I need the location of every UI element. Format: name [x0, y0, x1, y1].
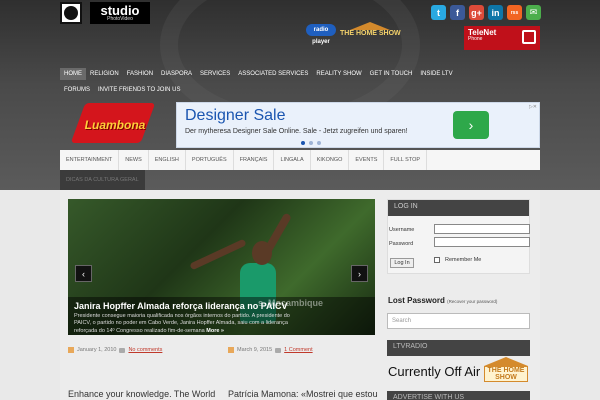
remember-me-checkbox[interactable]: [434, 257, 440, 263]
calendar-icon: [68, 347, 74, 353]
cat-entertainment[interactable]: ENTERTAINMENT: [60, 150, 120, 170]
nav-diaspora[interactable]: DIASPORA: [157, 68, 196, 80]
ltvradio-title: LTVRADIO: [387, 340, 530, 356]
login-title: LOG IN: [388, 200, 529, 216]
adchoices-icon[interactable]: ▷✕: [529, 104, 537, 110]
nav-invite-friends[interactable]: INVITE FRIENDS TO JOIN US: [94, 84, 184, 96]
username-input[interactable]: [434, 224, 530, 234]
ad-dot[interactable]: [301, 141, 305, 145]
main-nav: HOME RELIGION FASHION DIASPORA SERVICES …: [60, 68, 480, 96]
ad-dot[interactable]: [317, 141, 321, 145]
ad-banner[interactable]: ▷✕ Designer Sale Der mytheresa Designer …: [176, 102, 540, 148]
radio-player-logo[interactable]: radio player: [306, 24, 336, 45]
login-widget: LOG IN Username Password Log In Remember…: [387, 199, 530, 274]
ltvradio-widget: LTVRADIO: [387, 340, 530, 356]
nav-reality-show[interactable]: REALITY SHOW: [312, 68, 365, 80]
category-nav: ENTERTAINMENT NEWS ENGLISH PORTUGUÊS FRA…: [60, 150, 540, 190]
home-show-badge-label: THE HOME SHOW: [484, 366, 528, 382]
nav-inside-ltv[interactable]: INSIDE LTV: [416, 68, 456, 80]
post-comments-link[interactable]: 1 Comment: [284, 347, 312, 353]
house-roof-icon: [484, 357, 528, 366]
slider-more-link[interactable]: More »: [206, 328, 224, 334]
house-roof-icon: [350, 22, 391, 30]
post-date: March 9, 2015: [237, 347, 273, 353]
social-links: t f g+ in rss ✉: [431, 5, 541, 20]
cat-kikongo[interactable]: KIKONGO: [311, 150, 350, 170]
lost-password-hint[interactable]: (Recover your password): [447, 299, 497, 304]
ad-dot[interactable]: [309, 141, 313, 145]
off-air-status: Currently Off Air: [388, 364, 481, 379]
home-show-badge[interactable]: THE HOME SHOW: [484, 357, 528, 385]
slider-next-title: s. Moçambique: [258, 298, 324, 308]
cat-english[interactable]: ENGLISH: [149, 150, 186, 170]
luambona-logo[interactable]: Luambona: [60, 103, 170, 147]
cat-news[interactable]: NEWS: [119, 150, 149, 170]
cat-portugues[interactable]: PORTUGUÊS: [186, 150, 234, 170]
nav-services[interactable]: SERVICES: [196, 68, 234, 80]
password-label: Password: [389, 241, 414, 247]
lost-password[interactable]: Lost Password (Recover your password): [388, 296, 497, 305]
cat-full-stop[interactable]: FULL STOP: [384, 150, 428, 170]
comment-icon: [275, 347, 282, 353]
ad-description: Der mytheresa Designer Sale Online. Sale…: [185, 128, 408, 135]
facebook-icon[interactable]: f: [450, 5, 465, 20]
ad-go-button[interactable]: ›: [453, 111, 489, 139]
nav-forums[interactable]: FORUMS: [60, 84, 94, 96]
remember-me-label: Remember Me: [445, 257, 482, 263]
email-icon[interactable]: ✉: [526, 5, 541, 20]
post-title[interactable]: Patrícia Mamona: «Mostrei que estou: [228, 389, 378, 399]
studio-logo-subtext: PhotoVideo: [107, 16, 133, 22]
login-button[interactable]: Log In: [390, 258, 414, 268]
post-title[interactable]: Enhance your knowledge. The World: [68, 389, 215, 399]
post-meta: January 1, 2010 No comments: [68, 347, 162, 353]
slider-excerpt: Presidente consegue maioria qualificada …: [74, 313, 290, 334]
slider-title[interactable]: Janira Hopffer Almada reforça liderança …: [74, 301, 369, 311]
cat-francais[interactable]: FRANÇAIS: [234, 150, 275, 170]
advertise-widget: ADVERTISE WITH US: [387, 391, 530, 400]
comment-icon: [119, 347, 126, 353]
nav-get-in-touch[interactable]: GET IN TOUCH: [366, 68, 417, 80]
slider-prev-button[interactable]: ‹: [75, 265, 92, 282]
cat-events[interactable]: EVENTS: [349, 150, 385, 170]
lost-password-label[interactable]: Lost Password: [388, 296, 445, 305]
slider-caption: Janira Hopffer Almada reforça liderança …: [68, 297, 375, 335]
google-plus-icon[interactable]: g+: [469, 5, 484, 20]
studio-logo[interactable]: studio PhotoVideo: [90, 2, 150, 24]
nav-religion[interactable]: RELIGION: [86, 68, 123, 80]
nav-associated-services[interactable]: ASSOCIATED SERVICES: [234, 68, 312, 80]
phone-icon: [522, 30, 536, 44]
post-comments-link[interactable]: No comments: [128, 347, 162, 353]
advertise-title: ADVERTISE WITH US: [387, 391, 530, 400]
ad-pagination: [301, 141, 321, 145]
rss-icon[interactable]: rss: [507, 5, 522, 20]
nav-home[interactable]: HOME: [60, 68, 86, 80]
slider-next-button[interactable]: ›: [351, 265, 368, 282]
password-input[interactable]: [434, 237, 530, 247]
search-input[interactable]: Search: [387, 313, 530, 329]
post-date: January 1, 2010: [77, 347, 117, 353]
radio-player-label: radio player: [306, 24, 336, 45]
slider-text: Presidente consegue maioria qualificada …: [74, 313, 304, 335]
home-show-logo[interactable]: THE HOME SHOW: [340, 22, 401, 37]
cat-lingala[interactable]: LINGALA: [274, 150, 311, 170]
luambona-logo-text: Luambona: [84, 118, 146, 132]
twitter-icon[interactable]: t: [431, 5, 446, 20]
post-meta: March 9, 2015 1 Comment: [228, 347, 313, 353]
ad-title[interactable]: Designer Sale: [185, 107, 286, 125]
film-logo-icon[interactable]: [60, 2, 82, 24]
telenet-phone-banner[interactable]: TeleNet Phone: [464, 26, 540, 50]
featured-slider[interactable]: ‹ › Janira Hopffer Almada reforça lidera…: [68, 199, 375, 335]
cat-dicas[interactable]: DICAS DA CULTURA GERAL: [60, 170, 145, 190]
calendar-icon: [228, 347, 234, 353]
linkedin-icon[interactable]: in: [488, 5, 503, 20]
home-show-label: THE HOME SHOW: [340, 30, 401, 37]
username-label: Username: [389, 227, 415, 233]
nav-fashion[interactable]: FASHION: [123, 68, 157, 80]
